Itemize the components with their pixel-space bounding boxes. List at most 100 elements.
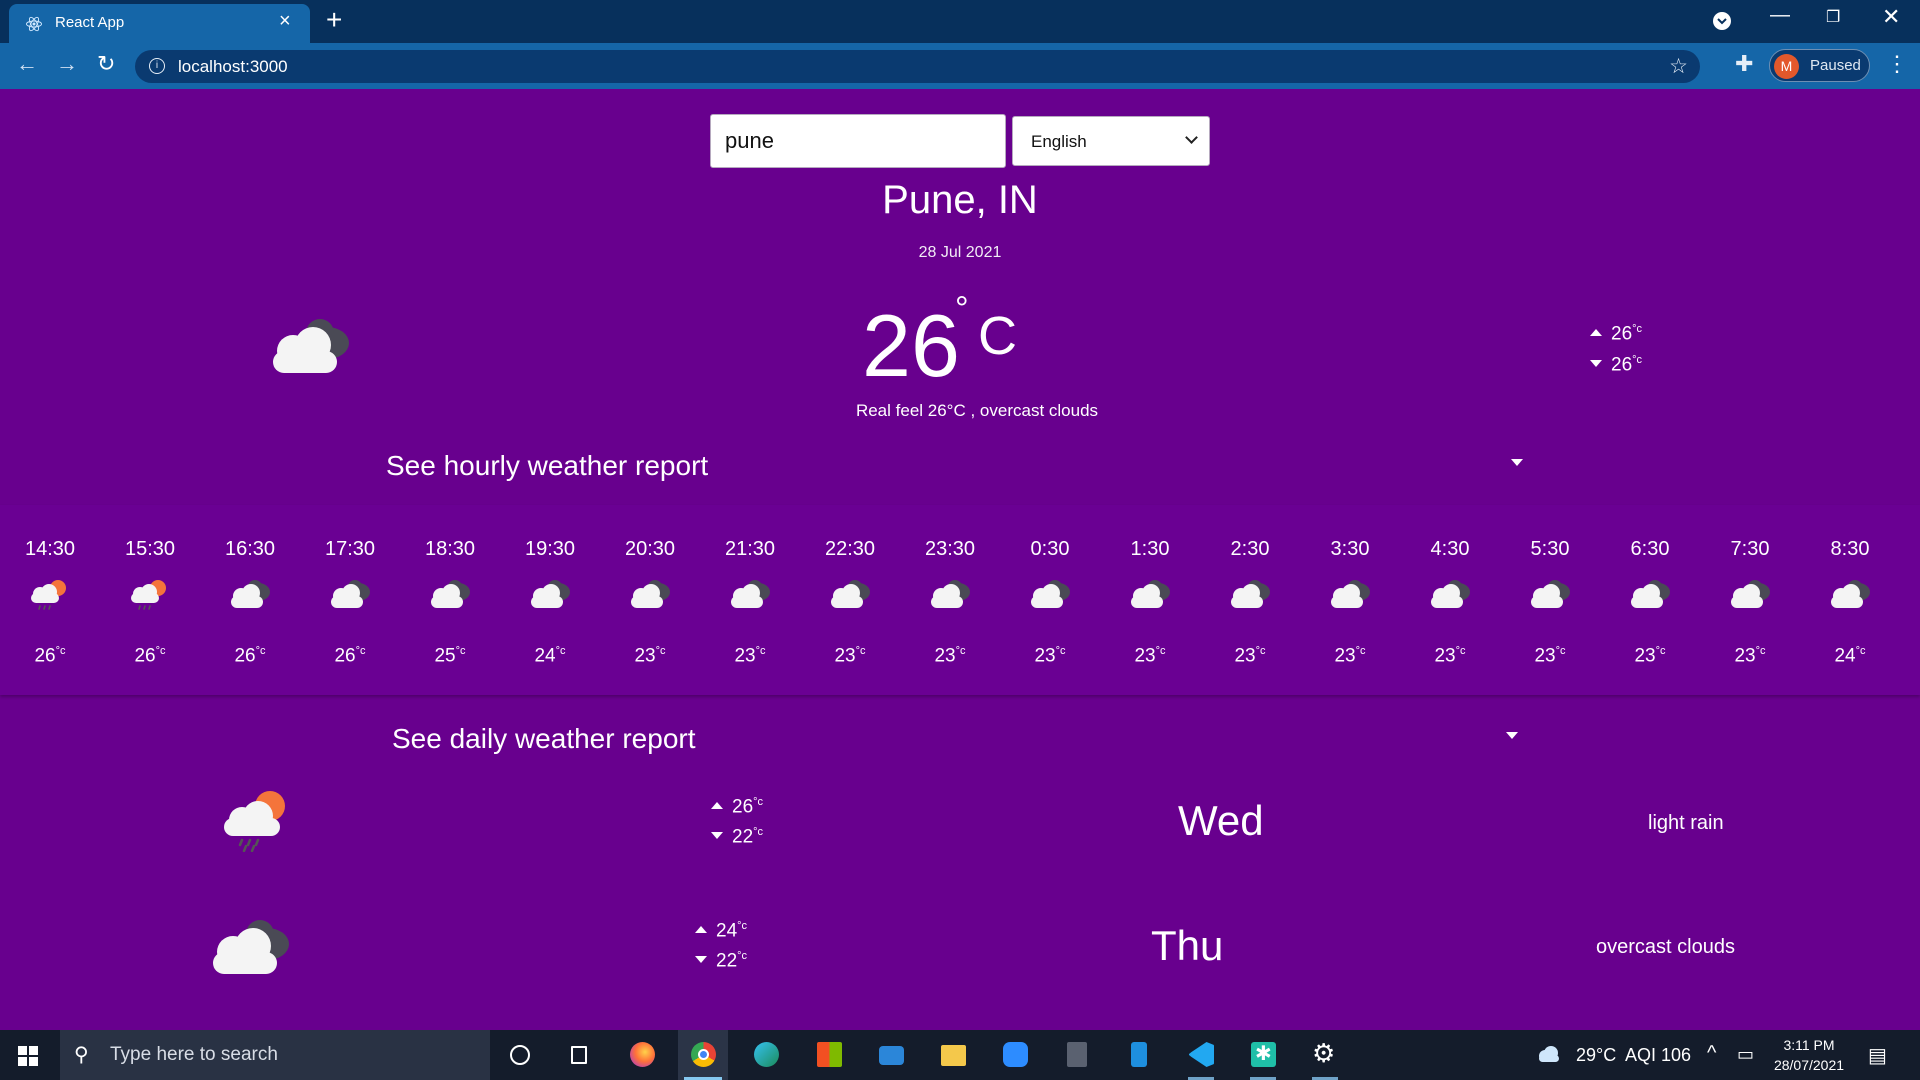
hourly-item: 19:30 24°c <box>500 505 600 695</box>
cloud-icon <box>528 578 572 615</box>
zoom-icon[interactable] <box>990 1030 1040 1080</box>
hourly-time: 3:30 <box>1330 538 1370 560</box>
reload-icon[interactable]: ↻ <box>97 51 115 77</box>
hourly-time: 7:30 <box>1730 538 1770 560</box>
hourly-item: 4:30 23°c <box>1400 505 1500 695</box>
address-url: localhost:3000 <box>178 57 288 76</box>
cloud-icon <box>228 578 272 615</box>
file-explorer-icon[interactable] <box>928 1030 978 1080</box>
cloud-icon <box>1128 578 1172 615</box>
hourly-time: 0:30 <box>1030 538 1070 560</box>
daily-max: 26°c <box>711 796 763 818</box>
cloud-icon <box>828 578 872 615</box>
cloud-icon <box>1828 578 1872 615</box>
current-temperature: 26 <box>862 296 960 395</box>
browser-menu-icon[interactable]: ⋮ <box>1886 51 1908 77</box>
hourly-item: 23:30 23°c <box>900 505 1000 695</box>
hourly-item: 15:30 26°c <box>100 505 200 695</box>
hourly-report-toggle[interactable]: See hourly weather report <box>386 450 708 482</box>
browser-toolbar: ← → ↻ i localhost:3000 ☆ ✚ M Paused ⋮ <box>0 43 1920 89</box>
tab-close-icon[interactable]: × <box>279 10 291 33</box>
hourly-temp: 26°c <box>134 645 166 667</box>
arrow-down-icon <box>1590 360 1602 368</box>
hourly-temp: 23°c <box>1234 645 1266 667</box>
hourly-temp: 26°c <box>34 645 66 667</box>
hourly-item: 14:30 26°c <box>0 505 100 695</box>
daily-description: light rain <box>1648 812 1724 834</box>
hourly-forecast: 14:30 26°c 15:30 26°c 16:30 26°c 17:30 26°c 18:3… <box>0 505 1920 695</box>
snipping-tool-icon[interactable]: ✱ <box>1238 1030 1288 1080</box>
degree-symbol: ° <box>955 290 969 328</box>
clock-date: 28/07/2021 <box>1773 1057 1845 1073</box>
task-view-icon[interactable] <box>554 1030 604 1080</box>
windows-start-icon[interactable] <box>18 1046 38 1066</box>
hourly-time: 14:30 <box>24 538 76 560</box>
daily-min: 22°c <box>695 950 747 972</box>
city-search-input[interactable] <box>710 114 1006 168</box>
cloud-icon <box>1228 578 1272 615</box>
browser-tab[interactable]: React App × <box>9 4 310 43</box>
cloud-icon <box>1628 578 1672 615</box>
daily-day-name: Wed <box>1178 797 1264 844</box>
tray-weather-temp[interactable]: 29°C <box>1576 1045 1616 1066</box>
calculator-icon[interactable] <box>1052 1030 1102 1080</box>
caret-down-icon[interactable] <box>1511 459 1523 466</box>
hourly-item: 2:30 23°c <box>1200 505 1300 695</box>
battery-icon[interactable]: ▭ <box>1737 1044 1754 1065</box>
caret-down-icon[interactable] <box>1506 732 1518 739</box>
hourly-item: 22:30 23°c <box>800 505 900 695</box>
vscode-icon[interactable] <box>1176 1030 1226 1080</box>
sun-cloud-rain-icon <box>28 578 72 617</box>
taskbar-clock[interactable]: 3:11 PM 28/07/2021 <box>1764 1035 1854 1075</box>
hourly-temp: 24°c <box>1834 645 1866 667</box>
cloud-icon <box>728 578 772 615</box>
hourly-time: 2:30 <box>1230 538 1270 560</box>
hourly-temp: 23°c <box>1434 645 1466 667</box>
settings-gear-icon[interactable]: ⚙ <box>1300 1030 1350 1080</box>
hourly-temp: 23°c <box>1534 645 1566 667</box>
avatar: M <box>1774 54 1799 79</box>
hourly-item: 17:30 26°c <box>300 505 400 695</box>
tab-search-icon[interactable] <box>1712 11 1732 31</box>
react-logo-icon <box>26 16 42 32</box>
forward-icon[interactable]: → <box>56 51 78 77</box>
cloud-icon <box>1428 578 1472 615</box>
mail-icon[interactable] <box>866 1030 916 1080</box>
daily-report-toggle[interactable]: See daily weather report <box>392 723 696 755</box>
language-select[interactable]: English <box>1012 116 1210 166</box>
hourly-time: 8:30 <box>1830 538 1870 560</box>
arrow-down-icon <box>711 832 723 840</box>
firefox-icon[interactable] <box>617 1030 667 1080</box>
close-window-icon[interactable]: ✕ <box>1882 4 1900 30</box>
hourly-temp: 26°c <box>234 645 266 667</box>
site-info-icon[interactable]: i <box>149 58 165 74</box>
address-bar[interactable]: i localhost:3000 ☆ <box>135 50 1700 83</box>
hourly-temp: 23°c <box>1034 645 1066 667</box>
minimize-icon[interactable]: — <box>1770 4 1790 27</box>
edge-icon[interactable] <box>741 1030 791 1080</box>
hourly-time: 21:30 <box>724 538 776 560</box>
hourly-temp: 23°c <box>1734 645 1766 667</box>
taskbar-search-box[interactable]: ⚲ Type here to search <box>60 1030 490 1080</box>
restore-icon[interactable]: ❐ <box>1826 7 1840 27</box>
chevron-up-icon[interactable]: ^ <box>1707 1042 1716 1065</box>
daily-min: 22°c <box>711 826 763 848</box>
hourly-item: 3:30 23°c <box>1300 505 1400 695</box>
weather-cloud-icon[interactable] <box>1536 1045 1562 1063</box>
cortana-icon[interactable] <box>495 1030 545 1080</box>
extensions-puzzle-icon[interactable]: ✚ <box>1735 51 1753 77</box>
store-icon[interactable] <box>804 1030 854 1080</box>
sun-cloud-rain-icon <box>224 791 285 852</box>
back-icon[interactable]: ← <box>16 51 38 77</box>
chrome-icon[interactable] <box>678 1030 728 1080</box>
hourly-item: 16:30 26°c <box>200 505 300 695</box>
hourly-time: 22:30 <box>824 538 876 560</box>
new-tab-icon[interactable]: + <box>326 4 342 36</box>
tray-aqi[interactable]: AQI 106 <box>1625 1045 1691 1066</box>
phone-app-icon[interactable] <box>1114 1030 1164 1080</box>
notification-icon[interactable]: ▤ <box>1868 1043 1887 1068</box>
profile-button[interactable]: M Paused <box>1769 49 1870 82</box>
hourly-item: 6:30 23°c <box>1600 505 1700 695</box>
bookmark-star-icon[interactable]: ☆ <box>1669 54 1688 79</box>
daily-max: 24°c <box>695 920 747 942</box>
